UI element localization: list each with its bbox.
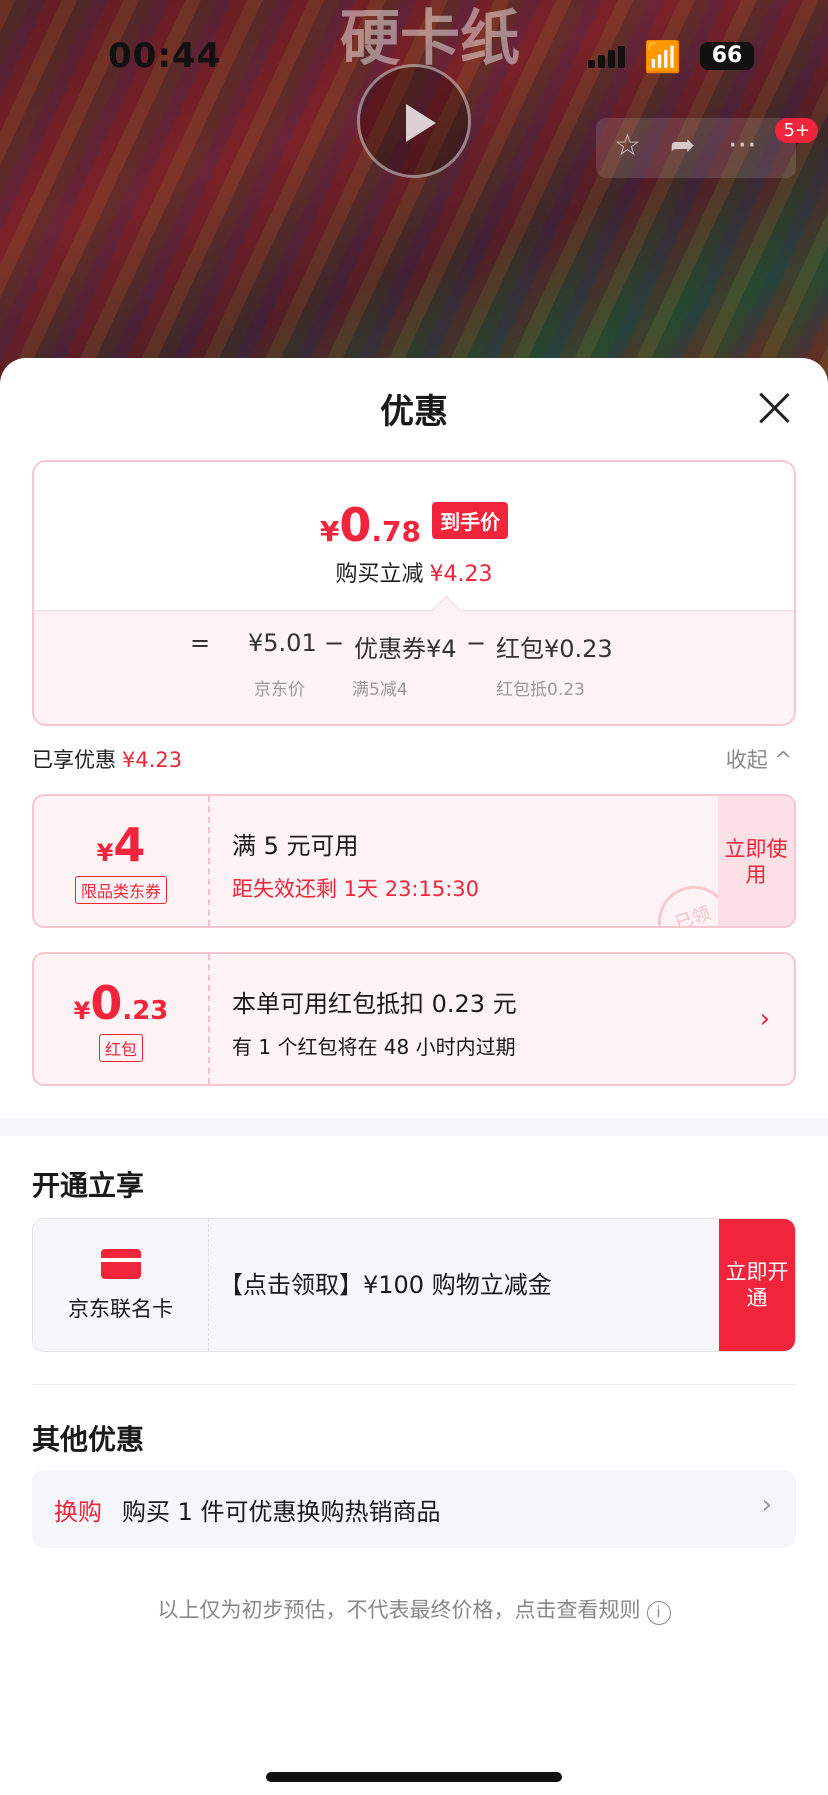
top-actions-bar: ☆ ➦ ··· [596,118,796,178]
final-price-tag: 到手价 [432,502,509,539]
star-icon[interactable]: ☆ [614,128,641,163]
coupon-condition-label: 满5减4 [352,680,408,700]
use-now-button[interactable]: 立即使用 [718,796,794,926]
exchange-purchase-row[interactable]: 换购 购买 1 件可优惠换购热销商品 › [32,1470,796,1548]
price-decimal: .78 [371,515,421,548]
formula-minus-2: − [466,629,487,657]
signal-icon [588,46,630,68]
saving-amount: ¥4.23 [429,562,493,587]
collapse-button[interactable]: 收起 ^ [726,744,792,774]
enjoyed-amount: ¥4.23 [122,748,183,772]
purchase-saving: 购买立减 ¥4.23 [34,556,794,588]
credit-card-icon [100,1249,141,1279]
close-icon[interactable] [758,392,790,424]
redpacket-integer: 0 [90,976,123,1030]
final-price-card: ¥0.78 到手价 购买立减 ¥4.23 = ¥5.01 − 优惠券¥4 − 红包… [32,460,796,726]
coupon-condition: 满 5 元可用 [232,832,359,860]
coupon-number: 4 [113,818,146,872]
home-indicator[interactable] [266,1772,562,1782]
cobrand-card-brand: 京东联名卡 [33,1219,209,1351]
battery-indicator: 66 [700,42,754,70]
status-bar: 00:44 📶 66 [0,0,828,110]
redpacket-tag: 红包 [98,1034,143,1062]
redpacket-value: ¥0.23 红包 [34,954,210,1084]
coupon-details: 满 5 元可用 距失效还剩 1天 23:15:30 [232,826,479,903]
info-icon[interactable]: i [646,1601,671,1625]
share-icon[interactable]: ➦ [670,128,695,163]
price-currency: ¥ [319,515,340,548]
redpacket-details: 本单可用红包抵扣 0.23 元 有 1 个红包将在 48 小时内过期 [232,984,517,1060]
formula-equals: = [190,629,211,657]
more-icon[interactable]: ··· [728,128,757,163]
open-now-button[interactable]: 立即开通 [719,1219,795,1351]
price-disclaimer[interactable]: 以上仅为初步预估，不代表最终价格，点击查看规则 i [0,1594,828,1625]
formula-jd-price: ¥5.01 [248,629,317,657]
redpacket-amount: ¥0.23 [34,976,208,1030]
coupon-value: ¥4 限品类东券 [34,796,210,926]
redpacket-currency: ¥ [73,997,91,1025]
coupon-type-tag: 限品类东券 [74,876,167,904]
final-price: ¥0.78 到手价 [34,498,794,552]
coupon-expiry-countdown: 距失效还剩 1天 23:15:30 [232,877,480,901]
status-time: 00:44 [108,36,222,76]
saving-label: 购买立减 [335,562,424,587]
enjoyed-discount: 已享优惠 ¥4.23 [32,744,182,774]
section-divider [0,1118,828,1136]
exchange-text: 购买 1 件可优惠换购热销商品 [122,1498,441,1526]
chevron-right-icon: › [761,1490,772,1520]
price-integer: 0 [339,498,372,552]
wifi-icon: 📶 [644,40,682,75]
chevron-right-icon: › [759,1004,770,1034]
cobrand-offer-text: 【点击领取】¥100 购物立减金 [219,1271,552,1299]
message-count-badge: 5+ [775,118,818,143]
thin-divider [32,1384,796,1385]
discount-sheet: 优惠 ¥0.78 到手价 购买立减 ¥4.23 = ¥5.01 − 优惠券¥4 −… [0,358,828,1795]
disclaimer-text: 以上仅为初步预估，不代表最终价格，点击查看规则 [157,1598,641,1622]
formula-minus-1: − [324,629,345,657]
coupon-amount: ¥4 [34,818,208,872]
formula-coupon: 优惠券¥4 [354,635,457,663]
redpacket-decimal: .23 [122,996,169,1026]
exchange-tag: 换购 [54,1498,102,1526]
redpacket-card[interactable]: ¥0.23 红包 本单可用红包抵扣 0.23 元 有 1 个红包将在 48 小时… [32,952,796,1086]
cobrand-card-offer[interactable]: 京东联名卡 【点击领取】¥100 购物立减金 立即开通 [32,1218,796,1352]
redpacket-deduct-label: 红包抵0.23 [496,680,585,700]
enjoyed-label: 已享优惠 [32,748,116,772]
cobrand-card-name: 京东联名卡 [68,1297,173,1321]
jd-price-label: 京东价 [254,680,305,700]
formula-redpacket: 红包¥0.23 [496,635,613,663]
open-section-title: 开通立享 [32,1169,145,1202]
price-summary: ¥0.78 到手价 购买立减 ¥4.23 [34,462,794,610]
other-section-title: 其他优惠 [32,1423,145,1456]
price-breakdown: = ¥5.01 − 优惠券¥4 − 红包¥0.23 京东价 满5减4 红包抵0.… [34,610,794,724]
coupon-currency: ¥ [96,839,114,867]
coupon-card: ¥4 限品类东券 满 5 元可用 距失效还剩 1天 23:15:30 已领 立即… [32,794,796,928]
redpacket-expiry-text: 有 1 个红包将在 48 小时内过期 [232,1035,516,1059]
redpacket-deduct-text: 本单可用红包抵扣 0.23 元 [232,990,517,1018]
sheet-title: 优惠 [380,392,448,432]
